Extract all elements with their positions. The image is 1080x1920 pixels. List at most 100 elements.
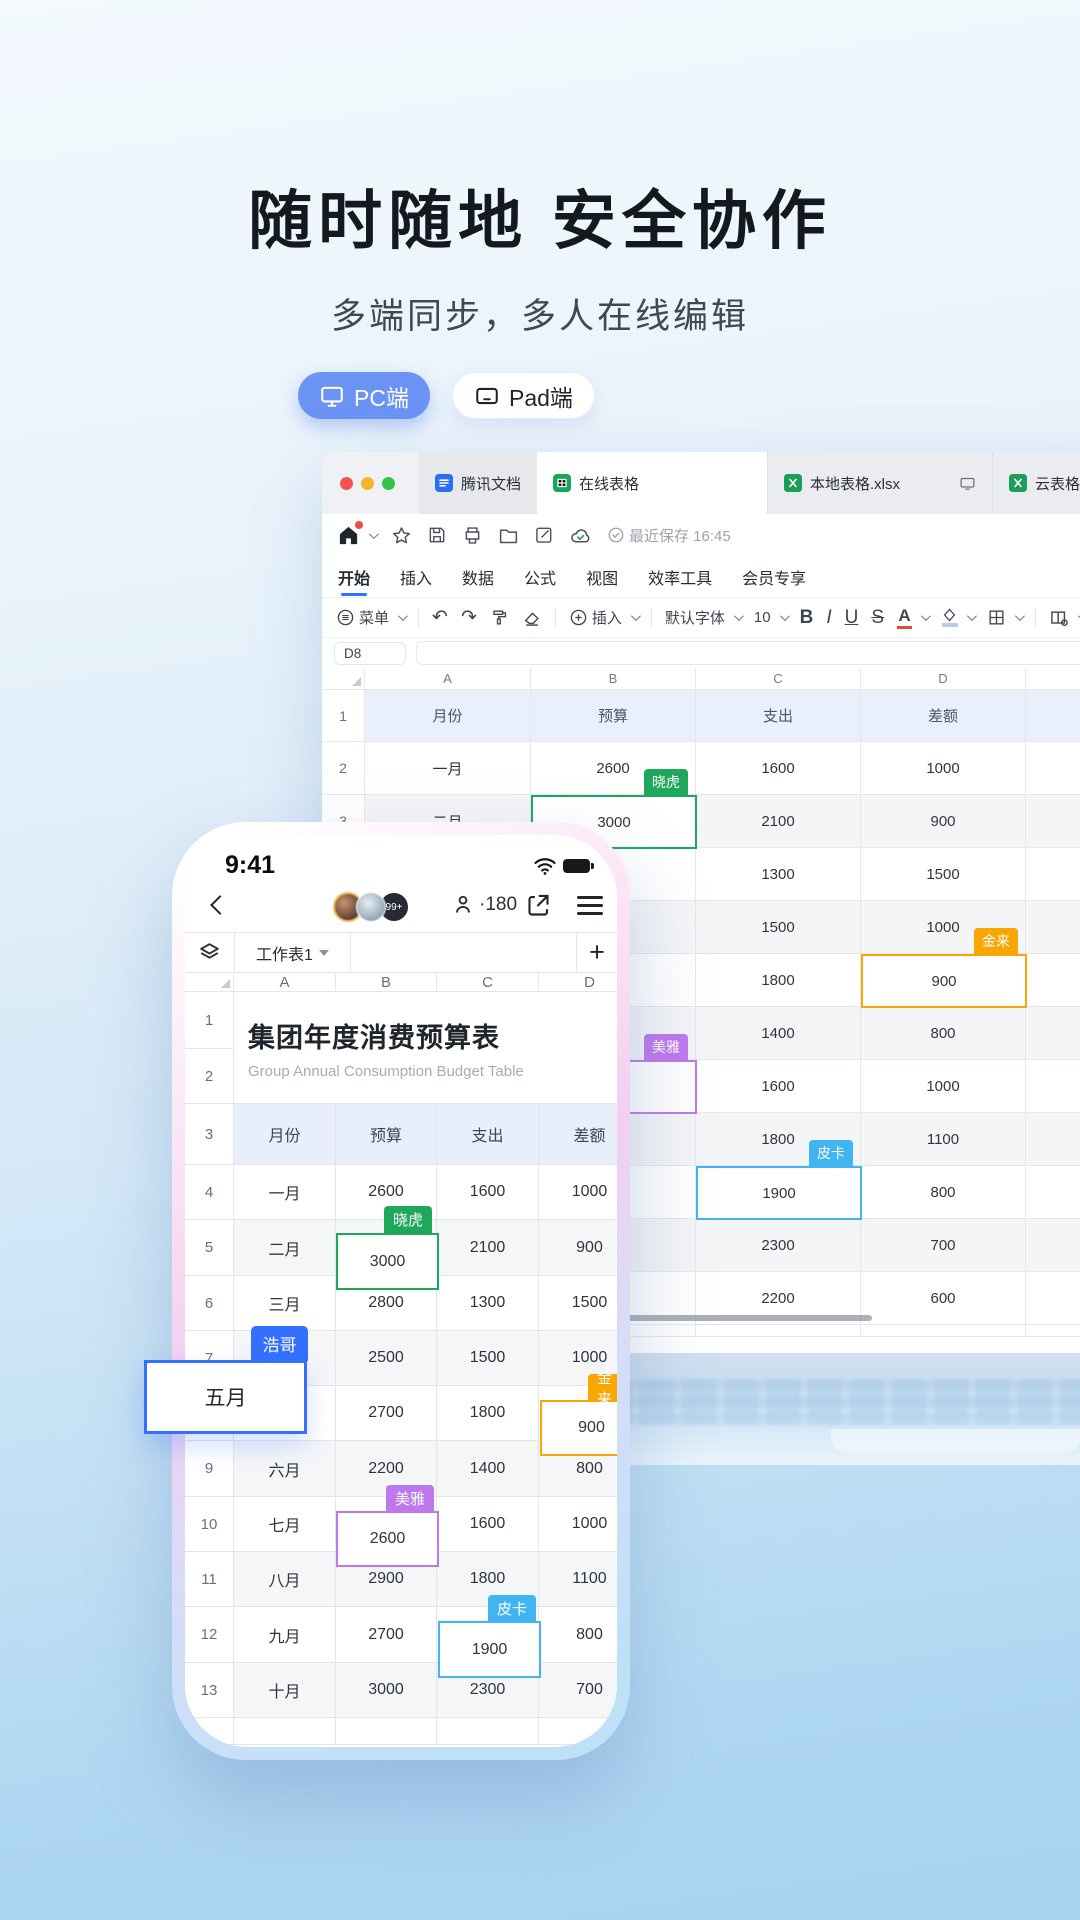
cell[interactable]: 1400 xyxy=(696,1007,861,1060)
column-header[interactable]: C xyxy=(696,668,861,690)
column-header[interactable] xyxy=(1026,668,1080,690)
save-button[interactable] xyxy=(427,525,447,545)
cell[interactable]: 3000 xyxy=(336,1663,437,1718)
font-color-button[interactable]: A xyxy=(897,607,928,629)
editing-cell-float[interactable]: 五月 xyxy=(144,1360,307,1434)
sheets-layers-icon[interactable] xyxy=(185,933,235,972)
select-all-corner[interactable] xyxy=(322,668,365,690)
cell[interactable]: 2700 xyxy=(336,1607,437,1663)
cell[interactable] xyxy=(1026,690,1080,742)
cell[interactable]: 一月 xyxy=(365,742,531,795)
column-header[interactable]: D xyxy=(539,974,617,992)
cell[interactable]: 支出 xyxy=(696,690,861,742)
selected-cell-orange[interactable]: 900 xyxy=(861,954,1027,1008)
strikethrough-button[interactable]: S xyxy=(871,607,884,629)
cell[interactable]: 1500 xyxy=(861,848,1026,901)
menu-dropdown-button[interactable]: 菜单 xyxy=(336,607,405,628)
folder-button[interactable] xyxy=(498,525,519,546)
cell[interactable]: 月份 xyxy=(234,1104,336,1165)
cell[interactable]: 600 xyxy=(861,1272,1026,1325)
row-number[interactable]: 11 xyxy=(185,1552,234,1607)
cell[interactable]: 月份 xyxy=(365,690,531,742)
hamburger-menu-icon[interactable] xyxy=(577,896,603,915)
row-number[interactable]: 1 xyxy=(322,690,365,742)
cell[interactable]: 1400 xyxy=(437,1441,539,1497)
cell[interactable]: 1500 xyxy=(539,1276,617,1331)
row-number[interactable]: 6 xyxy=(185,1276,234,1331)
row-number[interactable]: 2 xyxy=(185,1049,234,1104)
selected-cell-purple[interactable]: 2600 xyxy=(336,1511,439,1567)
column-header[interactable]: D xyxy=(861,668,1026,690)
row-number[interactable]: 4 xyxy=(185,1165,234,1220)
cell[interactable]: 差额 xyxy=(861,690,1026,742)
cell[interactable]: 二月 xyxy=(234,1220,336,1276)
menu-member-exclusive[interactable]: 会员专享 xyxy=(742,556,806,598)
cell[interactable]: 1300 xyxy=(437,1276,539,1331)
minimize-window-icon[interactable] xyxy=(361,477,374,490)
row-number[interactable]: 1 xyxy=(185,992,234,1049)
formula-input[interactable] xyxy=(416,641,1080,665)
edit-button[interactable] xyxy=(534,525,554,545)
cell[interactable]: 800 xyxy=(539,1607,617,1663)
cell[interactable]: 1600 xyxy=(696,1060,861,1113)
cell[interactable]: 1500 xyxy=(696,901,861,954)
cell[interactable]: 1300 xyxy=(696,848,861,901)
cell[interactable]: 三月 xyxy=(234,1276,336,1331)
column-header[interactable]: A xyxy=(234,974,336,992)
cell[interactable]: 1600 xyxy=(437,1497,539,1552)
cell[interactable]: 900 xyxy=(539,1220,617,1276)
cell[interactable]: 1100 xyxy=(539,1552,617,1607)
cell[interactable] xyxy=(1026,742,1080,795)
undo-icon[interactable]: ↶ xyxy=(432,606,448,629)
fill-color-button[interactable] xyxy=(941,608,974,627)
selected-cell-green[interactable]: 3000 xyxy=(336,1233,439,1290)
cell[interactable]: 1000 xyxy=(861,742,1026,795)
cell[interactable]: 预算 xyxy=(336,1104,437,1165)
selected-cell-cyan[interactable]: 1900 xyxy=(438,1621,541,1678)
viewer-count[interactable]: ·180 xyxy=(453,893,517,917)
cell[interactable] xyxy=(1026,954,1080,1007)
cell[interactable]: 一月 xyxy=(234,1165,336,1220)
tab-cloud-sheet[interactable]: 云表格.xlsx xyxy=(992,452,1080,514)
row-number[interactable]: 2 xyxy=(322,742,365,795)
cell[interactable]: 800 xyxy=(861,1166,1026,1219)
back-icon[interactable] xyxy=(210,895,230,915)
cell[interactable]: 1000 xyxy=(861,1060,1026,1113)
bold-button[interactable]: B xyxy=(800,607,814,629)
add-sheet-button[interactable]: + xyxy=(576,933,617,972)
cell[interactable]: 1000 xyxy=(539,1165,617,1220)
cell[interactable]: 1600 xyxy=(437,1165,539,1220)
column-header[interactable]: B xyxy=(531,668,696,690)
cell[interactable] xyxy=(1026,1272,1080,1325)
selected-cell-cyan[interactable]: 1900 xyxy=(696,1166,862,1220)
cell[interactable] xyxy=(1026,1219,1080,1272)
italic-button[interactable]: I xyxy=(826,607,831,629)
cell[interactable]: 1100 xyxy=(861,1113,1026,1166)
cell[interactable] xyxy=(1026,1060,1080,1113)
insert-button[interactable]: 插入 xyxy=(569,607,638,628)
row-number[interactable]: 10 xyxy=(185,1497,234,1552)
menu-start[interactable]: 开始 xyxy=(338,556,370,598)
share-icon[interactable] xyxy=(525,892,552,919)
redo-icon[interactable]: ↷ xyxy=(461,606,477,629)
cell[interactable]: 1800 xyxy=(437,1386,539,1441)
row-number[interactable]: 9 xyxy=(185,1441,234,1497)
print-button[interactable] xyxy=(462,525,483,546)
cell[interactable]: 2700 xyxy=(336,1386,437,1441)
favorite-star-button[interactable] xyxy=(391,525,412,546)
cell[interactable] xyxy=(1026,901,1080,954)
row-number[interactable]: 12 xyxy=(185,1607,234,1663)
font-size-select[interactable]: 10 xyxy=(754,609,787,626)
cell[interactable]: 十月 xyxy=(234,1663,336,1718)
merged-title-cell[interactable]: 集团年度消费预算表 Group Annual Consumption Budge… xyxy=(234,992,617,1104)
cell[interactable]: 1000 xyxy=(539,1497,617,1552)
format-painter-icon[interactable] xyxy=(490,608,509,627)
column-header[interactable]: C xyxy=(437,974,539,992)
sheet-tab[interactable]: 工作表1 xyxy=(235,933,351,972)
menu-data[interactable]: 数据 xyxy=(462,556,494,598)
cell[interactable]: 1500 xyxy=(437,1331,539,1386)
underline-button[interactable]: U xyxy=(845,607,859,629)
cell[interactable] xyxy=(1026,795,1080,848)
cell[interactable]: 700 xyxy=(539,1663,617,1718)
pad-tab-button[interactable]: Pad端 xyxy=(452,372,595,419)
